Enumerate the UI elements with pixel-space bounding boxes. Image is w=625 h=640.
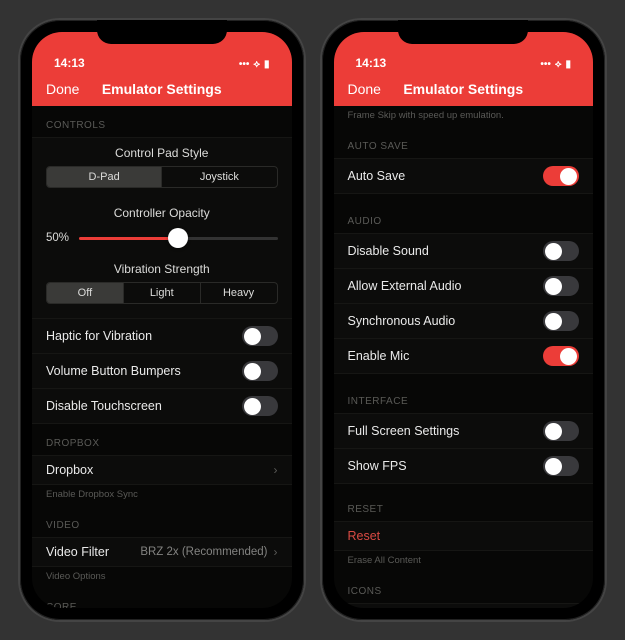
video-filter-value: BRZ 2x (Recommended) › (140, 545, 277, 559)
notch (398, 20, 528, 44)
status-time: 14:13 (356, 56, 387, 70)
haptic-toggle[interactable] (242, 326, 278, 346)
haptic-label: Haptic for Vibration (46, 329, 152, 343)
video-filter-text: BRZ 2x (Recommended) (140, 546, 267, 558)
section-header-controls: CONTROLS (32, 106, 292, 137)
seg-off[interactable]: Off (47, 283, 124, 303)
chevron-right-icon: › (274, 545, 278, 559)
video-filter-row[interactable]: Video Filter BRZ 2x (Recommended) › (32, 537, 292, 567)
seg-light[interactable]: Light (124, 283, 201, 303)
enable-mic-label: Enable Mic (348, 349, 410, 363)
video-footer: Video Options (32, 567, 292, 588)
dropbox-label: Dropbox (46, 463, 93, 477)
section-header-core: CORE (32, 588, 292, 608)
haptic-row[interactable]: Haptic for Vibration (32, 319, 292, 354)
section-header-reset: RESET (334, 484, 594, 521)
control-pad-style-label: Control Pad Style (32, 137, 292, 166)
external-audio-toggle[interactable] (543, 276, 579, 296)
fullscreen-label: Full Screen Settings (348, 424, 460, 438)
opacity-value: 50% (46, 232, 69, 244)
reset-footer: Erase All Content (334, 551, 594, 572)
seg-heavy[interactable]: Heavy (201, 283, 277, 303)
dropbox-footer: Enable Dropbox Sync (32, 485, 292, 506)
disable-touch-label: Disable Touchscreen (46, 399, 162, 413)
seg-joystick[interactable]: Joystick (162, 167, 276, 187)
done-button[interactable]: Done (46, 81, 79, 97)
fullscreen-row[interactable]: Full Screen Settings (334, 413, 594, 449)
nav-bar: Done Emulator Settings (334, 72, 594, 106)
dropbox-row[interactable]: Dropbox › (32, 455, 292, 485)
screen-left: 14:13 ••• ⟡ ▮ Done Emulator Settings CON… (32, 32, 292, 608)
signal-icon: ••• (540, 59, 551, 70)
nav-bar: Done Emulator Settings (32, 72, 292, 106)
external-audio-label: Allow External Audio (348, 279, 462, 293)
section-header-icons: ICONS (334, 572, 594, 603)
notch (97, 20, 227, 44)
settings-scroll[interactable]: Frame Skip with speed up emulation. AUTO… (334, 106, 594, 608)
disable-touch-toggle[interactable] (242, 396, 278, 416)
status-indicators: ••• ⟡ ▮ (540, 59, 571, 70)
nav-title: Emulator Settings (403, 81, 523, 97)
autosave-row[interactable]: Auto Save (334, 158, 594, 194)
fullscreen-toggle[interactable] (543, 421, 579, 441)
enable-mic-toggle[interactable] (543, 346, 579, 366)
chevron-right-icon: › (274, 463, 278, 477)
done-button[interactable]: Done (348, 81, 381, 97)
status-indicators: ••• ⟡ ▮ (239, 59, 270, 70)
autosave-label: Auto Save (348, 169, 406, 183)
volume-bumpers-row[interactable]: Volume Button Bumpers (32, 354, 292, 389)
sync-audio-row[interactable]: Synchronous Audio (334, 304, 594, 339)
screen-right: 14:13 ••• ⟡ ▮ Done Emulator Settings Fra… (334, 32, 594, 608)
external-audio-row[interactable]: Allow External Audio (334, 269, 594, 304)
wifi-icon: ⟡ (253, 59, 260, 70)
phone-left: 14:13 ••• ⟡ ▮ Done Emulator Settings CON… (20, 20, 304, 620)
wifi-icon: ⟡ (555, 59, 562, 70)
disable-sound-row[interactable]: Disable Sound (334, 233, 594, 269)
slider-thumb[interactable] (168, 228, 188, 248)
vibration-segmented[interactable]: Off Light Heavy (46, 282, 278, 304)
control-pad-segmented[interactable]: D-Pad Joystick (46, 166, 278, 188)
disable-touch-row[interactable]: Disable Touchscreen (32, 389, 292, 424)
opacity-slider[interactable] (79, 237, 277, 240)
volume-bumpers-toggle[interactable] (242, 361, 278, 381)
enable-mic-row[interactable]: Enable Mic (334, 339, 594, 374)
show-fps-row[interactable]: Show FPS (334, 449, 594, 484)
disable-sound-label: Disable Sound (348, 244, 429, 258)
nav-title: Emulator Settings (102, 81, 222, 97)
settings-scroll[interactable]: CONTROLS Control Pad Style D-Pad Joystic… (32, 106, 292, 608)
reset-label: Reset (348, 529, 381, 543)
controller-opacity-label: Controller Opacity (32, 198, 292, 226)
section-header-audio: AUDIO (334, 194, 594, 233)
vibration-strength-label: Vibration Strength (32, 254, 292, 282)
signal-icon: ••• (239, 59, 250, 70)
reset-row[interactable]: Reset (334, 521, 594, 551)
disable-sound-toggle[interactable] (543, 241, 579, 261)
seg-dpad[interactable]: D-Pad (47, 167, 162, 187)
phone-right: 14:13 ••• ⟡ ▮ Done Emulator Settings Fra… (322, 20, 606, 620)
volume-bumpers-label: Volume Button Bumpers (46, 364, 181, 378)
sync-audio-label: Synchronous Audio (348, 314, 456, 328)
battery-icon: ▮ (264, 59, 270, 70)
battery-icon: ▮ (565, 59, 571, 70)
section-header-autosave: AUTO SAVE (334, 127, 594, 158)
sync-audio-toggle[interactable] (543, 311, 579, 331)
opacity-slider-row: 50% (32, 226, 292, 254)
video-filter-label: Video Filter (46, 545, 109, 559)
frame-skip-footer: Frame Skip with speed up emulation. (334, 106, 594, 127)
section-header-video: VIDEO (32, 506, 292, 537)
section-header-interface: INTERFACE (334, 374, 594, 413)
status-time: 14:13 (54, 56, 85, 70)
autosave-toggle[interactable] (543, 166, 579, 186)
section-header-dropbox: DROPBOX (32, 424, 292, 455)
show-fps-toggle[interactable] (543, 456, 579, 476)
show-fps-label: Show FPS (348, 459, 407, 473)
update-icons-row[interactable]: Update Icons (334, 603, 594, 608)
